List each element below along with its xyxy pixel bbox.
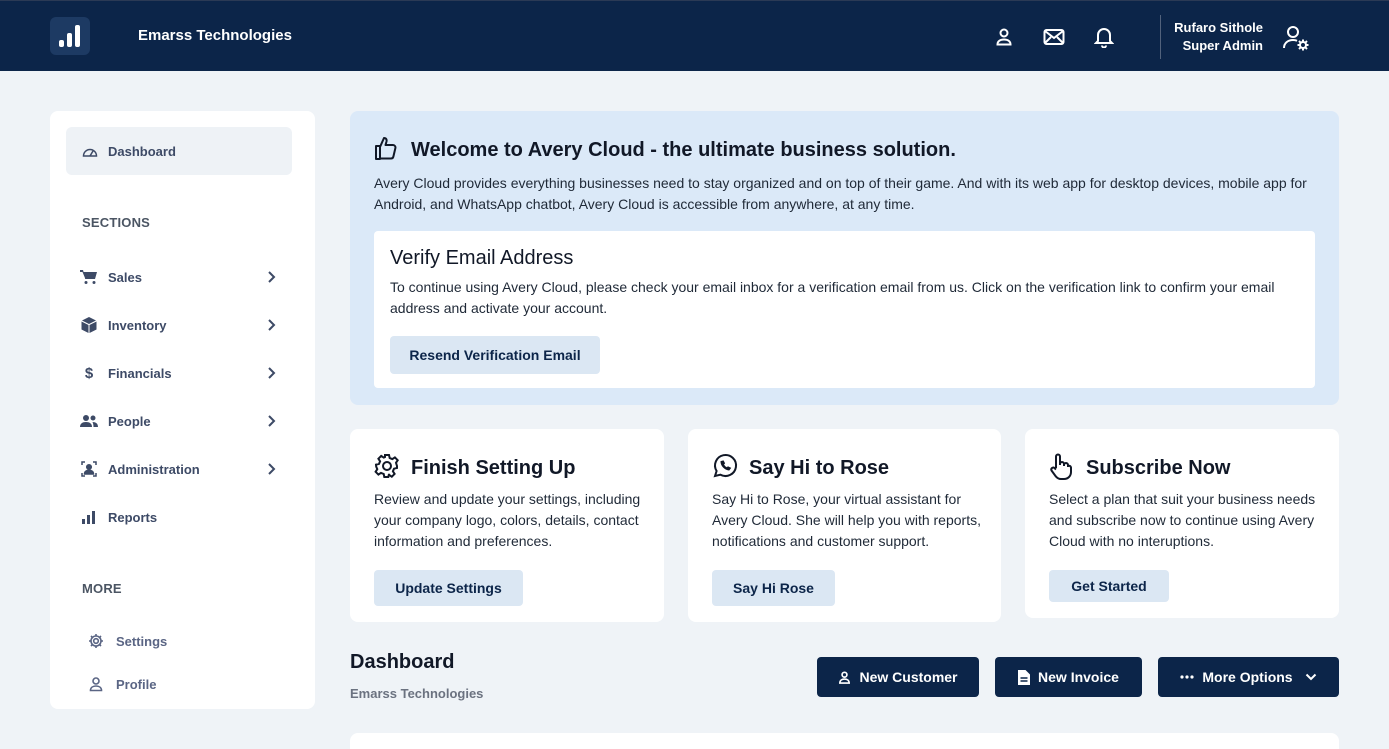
- finish-setup-card: Finish Setting Up Review and update your…: [350, 429, 664, 622]
- page-subtitle: Emarss Technologies: [350, 686, 484, 701]
- card-title: Finish Setting Up: [411, 457, 576, 479]
- button-label: New Invoice: [1038, 669, 1119, 685]
- sidebar-item-profile[interactable]: Profile: [88, 673, 156, 695]
- speedometer-icon: [82, 148, 98, 157]
- more-title: MORE: [82, 581, 122, 596]
- sidebar-item-label: Reports: [108, 509, 158, 525]
- chevron-right-icon: [268, 367, 276, 379]
- sidebar-item-label: Profile: [116, 676, 157, 692]
- thumbs-up-icon: [375, 137, 397, 160]
- card-title: Say Hi to Rose: [749, 457, 890, 479]
- button-label: More Options: [1202, 669, 1293, 685]
- sidebar: Dashboard SECTIONS Sales Inventory $ Fin…: [50, 111, 315, 709]
- chevron-down-icon: [1305, 673, 1316, 681]
- bar-chart-logo-icon: [59, 25, 80, 47]
- sidebar-item-dashboard[interactable]: Dashboard: [66, 127, 292, 175]
- dashboard-content-panel: [350, 733, 1339, 749]
- id-badge-icon: [80, 460, 98, 478]
- card-text: Review and update your settings, includi…: [374, 491, 641, 549]
- user-name: Rufaro Sithole: [1174, 20, 1263, 35]
- card-text: Select a plan that suit your business ne…: [1049, 491, 1316, 549]
- page-title: Dashboard: [350, 651, 455, 673]
- sections-title: SECTIONS: [82, 215, 151, 230]
- ellipsis-icon: [1180, 675, 1194, 679]
- mail-icon[interactable]: [1042, 25, 1066, 49]
- user-icon[interactable]: [992, 25, 1016, 49]
- button-label: New Customer: [859, 669, 958, 685]
- logo[interactable]: [50, 17, 90, 55]
- sidebar-item-settings[interactable]: Settings: [88, 630, 167, 652]
- bar-chart-icon: [80, 508, 98, 526]
- welcome-banner: Welcome to Avery Cloud - the ultimate bu…: [350, 111, 1339, 405]
- verify-email-panel: Verify Email Address To continue using A…: [374, 231, 1315, 388]
- sidebar-item-inventory[interactable]: Inventory: [80, 313, 276, 337]
- more-options-button[interactable]: More Options: [1158, 657, 1339, 697]
- sidebar-item-label: Financials: [108, 365, 172, 381]
- chevron-right-icon: [268, 319, 276, 331]
- header-divider: [1160, 15, 1161, 59]
- sidebar-item-sales[interactable]: Sales: [80, 265, 276, 289]
- chevron-right-icon: [268, 463, 276, 475]
- card-text: Say Hi to Rose, your virtual assistant f…: [712, 491, 981, 549]
- company-name: Emarss Technologies: [138, 27, 292, 44]
- sidebar-item-label: Settings: [116, 633, 168, 649]
- update-settings-button[interactable]: Update Settings: [374, 570, 523, 606]
- user-settings-icon[interactable]: [1281, 23, 1311, 53]
- sidebar-item-label: Inventory: [108, 317, 167, 333]
- say-hi-rose-button[interactable]: Say Hi Rose: [712, 570, 835, 606]
- new-invoice-button[interactable]: New Invoice: [995, 657, 1142, 697]
- subscribe-card: Subscribe Now Select a plan that suit yo…: [1025, 429, 1339, 618]
- whatsapp-icon: [713, 454, 738, 478]
- user-role: Super Admin: [1182, 38, 1263, 53]
- say-hi-rose-card: Say Hi to Rose Say Hi to Rose, your virt…: [688, 429, 1001, 622]
- welcome-title: Welcome to Avery Cloud - the ultimate bu…: [411, 139, 956, 161]
- sidebar-item-label: People: [108, 413, 151, 429]
- verify-title: Verify Email Address: [390, 247, 574, 269]
- box-icon: [80, 316, 98, 334]
- top-bar: Emarss Technologies Rufaro Sithole Super…: [0, 0, 1389, 71]
- new-customer-button[interactable]: New Customer: [817, 657, 979, 697]
- pointer-hand-icon: [1050, 453, 1072, 480]
- gear-icon: [89, 634, 103, 648]
- bell-icon[interactable]: [1092, 25, 1116, 49]
- sidebar-item-administration[interactable]: Administration: [80, 457, 276, 481]
- get-started-button[interactable]: Get Started: [1049, 570, 1169, 602]
- gear-icon: [374, 454, 399, 478]
- sidebar-item-people[interactable]: People: [80, 409, 276, 433]
- user-icon: [839, 670, 851, 684]
- card-title: Subscribe Now: [1086, 457, 1231, 479]
- chevron-right-icon: [268, 415, 276, 427]
- user-icon: [89, 677, 103, 692]
- welcome-text: Avery Cloud provides everything business…: [374, 175, 1307, 212]
- verify-text: To continue using Avery Cloud, please ch…: [390, 279, 1275, 316]
- sidebar-item-reports[interactable]: Reports: [80, 505, 276, 529]
- dollar-icon: $: [84, 364, 94, 382]
- sidebar-item-label: Dashboard: [108, 143, 176, 159]
- cart-icon: [80, 268, 98, 286]
- resend-verification-button[interactable]: Resend Verification Email: [390, 336, 600, 374]
- invoice-icon: [1018, 669, 1031, 685]
- sidebar-item-label: Sales: [108, 269, 142, 285]
- sidebar-item-label: Administration: [108, 461, 200, 477]
- chevron-right-icon: [268, 271, 276, 283]
- people-icon: [80, 412, 98, 430]
- sidebar-item-financials[interactable]: $ Financials: [80, 361, 276, 385]
